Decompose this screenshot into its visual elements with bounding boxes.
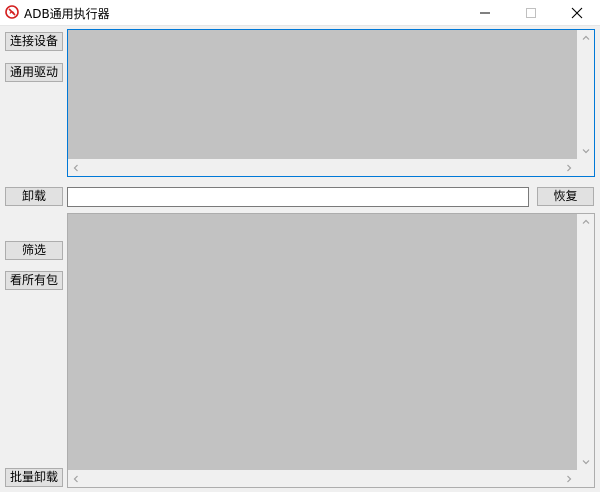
connect-device-button[interactable]: 连接设备 [5,32,63,51]
scroll-up-icon [582,219,590,224]
scroll-up-icon [582,35,590,40]
app-icon [5,5,19,19]
restore-button[interactable]: 恢复 [537,187,594,206]
output-textarea[interactable] [67,29,595,177]
maximize-button[interactable] [508,0,554,25]
package-input[interactable] [67,187,529,207]
close-icon [571,7,583,19]
generic-driver-button[interactable]: 通用驱动 [5,63,63,82]
uninstall-button[interactable]: 卸载 [5,187,63,206]
output-horizontal-scrollbar[interactable] [68,159,577,176]
package-list-horizontal-scrollbar[interactable] [68,470,577,487]
package-list[interactable] [67,213,595,488]
scroll-right-icon [567,475,572,483]
package-list-vertical-scrollbar[interactable] [577,214,594,470]
output-vertical-scrollbar[interactable] [577,30,594,159]
minimize-icon [480,12,490,14]
scroll-right-icon [567,164,572,172]
scroll-left-icon [73,164,78,172]
maximize-icon [526,8,536,18]
window-title: ADB通用执行器 [24,7,110,21]
filter-button[interactable]: 筛选 [5,241,63,260]
scrollbar-corner [577,470,594,487]
scroll-down-icon [582,460,590,465]
view-all-packages-button[interactable]: 看所有包 [5,271,63,290]
batch-uninstall-button[interactable]: 批量卸载 [5,468,63,487]
title-bar: ADB通用执行器 [0,0,600,26]
scroll-left-icon [73,475,78,483]
minimize-button[interactable] [462,0,508,25]
scrollbar-corner [577,159,594,176]
scroll-down-icon [582,149,590,154]
close-button[interactable] [554,0,600,25]
